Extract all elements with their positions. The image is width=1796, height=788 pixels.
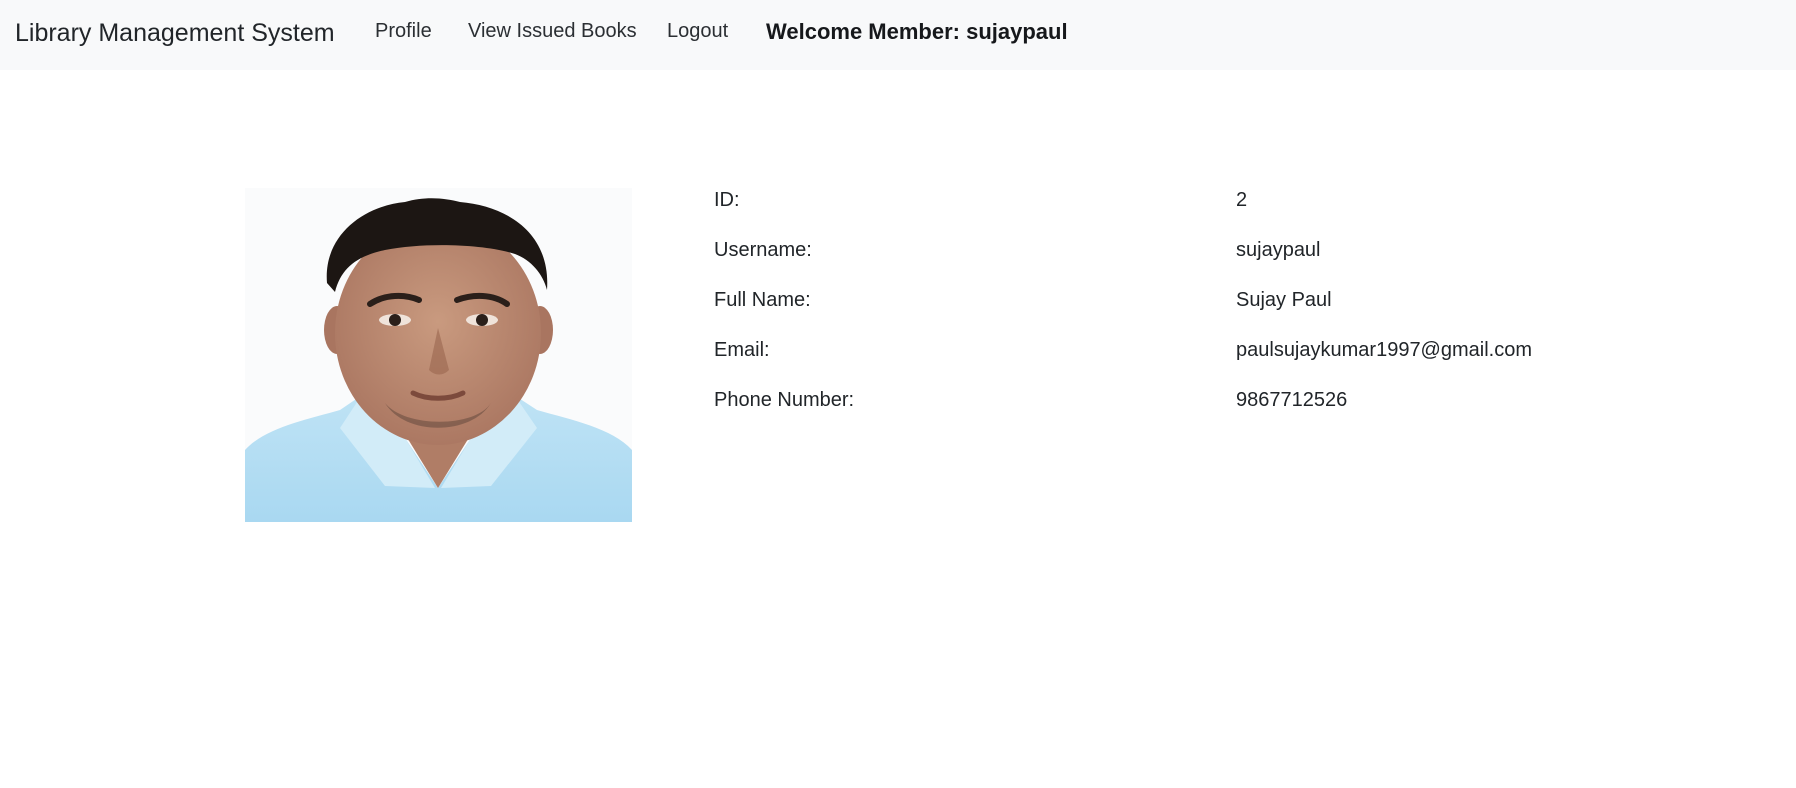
phone-number-value: 9867712526	[1236, 389, 1348, 411]
email-label: Email:	[714, 339, 770, 361]
navbar: Library Management System Profile View I…	[0, 0, 1796, 70]
phone-number-label: Phone Number:	[714, 389, 855, 411]
email-value: paulsujaykumar1997@gmail.com	[1236, 339, 1532, 361]
avatar-icon	[245, 188, 632, 522]
username-label: Username:	[714, 239, 812, 261]
welcome-message: Welcome Member: sujaypaul	[766, 19, 1068, 44]
id-label: ID:	[714, 189, 740, 211]
profile-photo	[245, 188, 632, 522]
nav-profile-link[interactable]: Profile	[375, 20, 432, 43]
nav-view-issued-books-link[interactable]: View Issued Books	[468, 20, 637, 43]
id-value: 2	[1236, 189, 1248, 211]
username-value: sujaypaul	[1236, 239, 1321, 261]
nav-logout-link[interactable]: Logout	[667, 20, 728, 43]
full-name-value: Sujay Paul	[1236, 289, 1332, 311]
brand-link[interactable]: Library Management System	[15, 19, 335, 48]
full-name-label: Full Name:	[714, 289, 811, 311]
